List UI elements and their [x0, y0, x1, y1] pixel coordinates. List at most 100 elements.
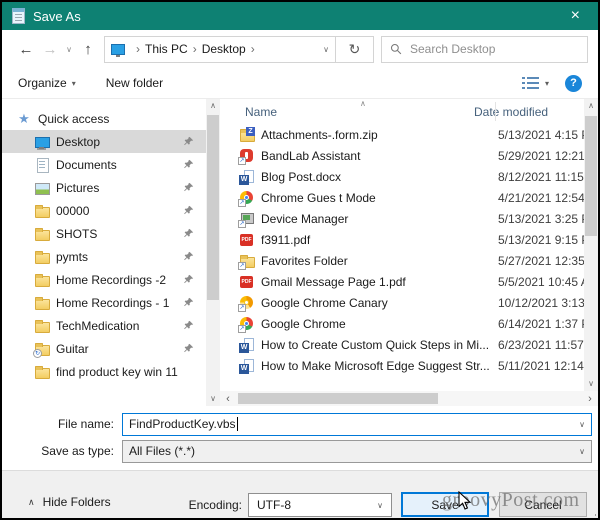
- column-header-date-modified[interactable]: Date modified: [471, 105, 548, 119]
- recent-locations-icon[interactable]: ∨: [62, 45, 76, 54]
- scroll-up-icon[interactable]: ∧: [206, 99, 220, 113]
- scroll-left-icon[interactable]: ‹: [220, 393, 236, 405]
- sidebar-item-find-product-key-win-11[interactable]: find product key win 11: [2, 360, 206, 383]
- sidebar-item-pictures[interactable]: Pictures: [2, 176, 206, 199]
- sidebar-item-pymts[interactable]: pymts: [2, 245, 206, 268]
- file-row[interactable]: WBlog Post.docx8/12/2021 11:15: [227, 166, 598, 187]
- sidebar-item-label: Home Recordings - 1: [56, 296, 169, 310]
- up-icon[interactable]: ↑: [76, 41, 100, 58]
- sidebar-item-documents[interactable]: Documents: [2, 153, 206, 176]
- device-icon: ↗: [239, 211, 255, 227]
- folder-icon: [34, 295, 50, 311]
- file-name-input[interactable]: FindProductKey.vbs ∨: [122, 413, 592, 436]
- view-mode-icon[interactable]: [522, 76, 539, 90]
- file-date-modified: 5/27/2021 12:35: [498, 254, 598, 268]
- mouse-cursor: [458, 491, 474, 511]
- search-placeholder: Search Desktop: [410, 42, 495, 56]
- file-row[interactable]: ↗Chrome Gues t Mode4/21/2021 12:54: [227, 187, 598, 208]
- pdf-icon: PDF: [239, 274, 255, 290]
- folder-icon: [34, 272, 50, 288]
- file-row[interactable]: W How to Make Microsoft Edge Suggest Str.…: [227, 355, 598, 376]
- file-name: Favorites Folder: [261, 254, 498, 268]
- file-row[interactable]: PDFGmail Message Page 1.pdf5/5/2021 10:4…: [227, 271, 598, 292]
- file-row[interactable]: ↗Google Chrome6/14/2021 1:37 P: [227, 313, 598, 334]
- close-icon[interactable]: ×: [563, 6, 588, 26]
- encoding-select[interactable]: UTF-8 ∨: [248, 493, 392, 517]
- organize-button[interactable]: Organize ▾: [18, 76, 76, 90]
- sidebar-item-label: Guitar: [56, 342, 89, 356]
- sidebar-item-label: Pictures: [56, 181, 99, 195]
- pin-icon[interactable]: [183, 205, 194, 216]
- column-headers: ∧ Name Date modified: [227, 99, 598, 124]
- pin-icon[interactable]: [183, 159, 194, 170]
- sidebar-scrollbar[interactable]: ∧ ∨: [206, 99, 220, 406]
- search-icon: [390, 43, 402, 55]
- chrome-icon: ↗: [239, 316, 255, 332]
- word-icon: W: [239, 358, 255, 374]
- pin-icon[interactable]: [183, 274, 194, 285]
- file-row[interactable]: WHow to Create Custom Quick Steps in Mi.…: [227, 334, 598, 355]
- file-list-horizontal-scrollbar[interactable]: ‹ ›: [220, 391, 598, 406]
- sidebar-item-home-recordings-2[interactable]: Home Recordings -2: [2, 268, 206, 291]
- encoding-dropdown-icon[interactable]: ∨: [371, 501, 383, 510]
- chrome-icon: ↗: [239, 190, 255, 206]
- breadcrumb-this-pc[interactable]: This PC: [145, 42, 188, 56]
- hide-folders-button[interactable]: ∧ Hide Folders: [28, 495, 111, 509]
- pin-icon[interactable]: [183, 343, 194, 354]
- new-folder-button[interactable]: New folder: [106, 76, 163, 90]
- sidebar-item-guitar[interactable]: ↻ Guitar: [2, 337, 206, 360]
- refresh-button[interactable]: ↻: [336, 36, 374, 63]
- scroll-down-icon[interactable]: ∨: [584, 377, 598, 391]
- sidebar-item-label: TechMedication: [56, 319, 139, 333]
- file-row[interactable]: PDFf3911.pdf5/13/2021 9:15 P: [227, 229, 598, 250]
- file-list-vertical-scrollbar[interactable]: ∧ ∨: [584, 99, 598, 391]
- forward-icon[interactable]: →: [38, 41, 62, 58]
- pin-icon[interactable]: [183, 297, 194, 308]
- view-dropdown-icon[interactable]: ▾: [545, 79, 549, 88]
- save-as-type-dropdown-icon[interactable]: ∨: [573, 447, 585, 456]
- sidebar-item-00000[interactable]: 00000: [2, 199, 206, 222]
- scroll-up-icon[interactable]: ∧: [584, 99, 598, 113]
- dialog-footer: ∧ Hide Folders Encoding: UTF-8 ∨ Save Ca…: [2, 470, 598, 520]
- sidebar-item-techmedication[interactable]: TechMedication: [2, 314, 206, 337]
- sidebar-item-shots[interactable]: SHOTS: [2, 222, 206, 245]
- file-row[interactable]: ↗Google Chrome Canary10/12/2021 3:13: [227, 292, 598, 313]
- help-icon[interactable]: ?: [565, 75, 582, 92]
- word-icon: W: [239, 337, 255, 353]
- folder-icon: [34, 249, 50, 265]
- resize-grip[interactable]: [586, 513, 596, 520]
- horizontal-scrollbar-thumb[interactable]: [238, 393, 438, 404]
- file-name: f3911.pdf: [261, 233, 498, 247]
- file-row[interactable]: ↗Device Manager5/13/2021 3:25 P: [227, 208, 598, 229]
- pin-icon[interactable]: [183, 251, 194, 262]
- canary-icon: ↗: [239, 295, 255, 311]
- file-name: How to Make Microsoft Edge Suggest Str..…: [261, 359, 498, 373]
- file-name-dropdown-icon[interactable]: ∨: [573, 420, 585, 429]
- address-bar[interactable]: › This PC › Desktop › ∨: [104, 36, 336, 63]
- back-icon[interactable]: ←: [14, 41, 38, 58]
- address-dropdown-icon[interactable]: ∨: [317, 45, 329, 54]
- save-fields: File name: FindProductKey.vbs ∨ Save as …: [2, 406, 598, 470]
- scroll-right-icon[interactable]: ›: [582, 393, 598, 405]
- file-row[interactable]: ↗BandLab Assistant5/29/2021 12:21: [227, 145, 598, 166]
- save-as-dialog: Save As × ← → ∨ ↑ › This PC › Desktop › …: [0, 0, 600, 520]
- breadcrumb-desktop[interactable]: Desktop: [202, 42, 246, 56]
- column-header-name[interactable]: Name: [227, 105, 471, 119]
- save-as-type-select[interactable]: All Files (*.*) ∨: [122, 440, 592, 463]
- sidebar-scrollbar-thumb[interactable]: [207, 115, 219, 300]
- sidebar-item-home-recordings-1[interactable]: Home Recordings - 1: [2, 291, 206, 314]
- sidebar-item-quick-access[interactable]: ★Quick access: [2, 107, 206, 130]
- pin-icon[interactable]: [183, 320, 194, 331]
- file-row[interactable]: ZAttachments-.form.zip5/13/2021 4:15 P: [227, 124, 598, 145]
- folder-sync-icon: ↻: [34, 341, 50, 357]
- pin-icon[interactable]: [183, 228, 194, 239]
- file-list-scrollbar-thumb[interactable]: [585, 116, 597, 236]
- pin-icon[interactable]: [183, 136, 194, 147]
- browser-area: ★Quick accessDesktopDocuments Pictures 000…: [2, 99, 598, 406]
- search-input[interactable]: Search Desktop: [381, 36, 588, 63]
- scroll-down-icon[interactable]: ∨: [206, 392, 220, 406]
- file-row[interactable]: ↗Favorites Folder5/27/2021 12:35: [227, 250, 598, 271]
- column-divider[interactable]: [495, 102, 496, 121]
- sidebar-item-desktop[interactable]: Desktop: [2, 130, 206, 153]
- pin-icon[interactable]: [183, 182, 194, 193]
